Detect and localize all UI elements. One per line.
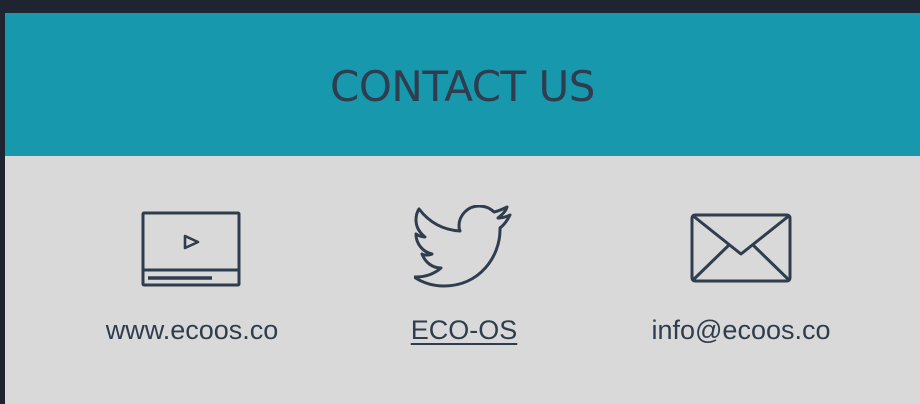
website-label: www.ecoos.co (105, 315, 279, 345)
email-label: info@ecoos.co (651, 315, 831, 345)
envelope-icon (689, 203, 793, 293)
contact-item-twitter: ECO-OS (334, 203, 594, 346)
video-player-icon (140, 203, 244, 293)
contact-header: CONTACT US (5, 13, 920, 156)
contact-item-email: info@ecoos.co (611, 203, 871, 346)
contact-item-website: www.ecoos.co (62, 203, 322, 346)
twitter-link[interactable]: ECO-OS (411, 315, 518, 346)
page-title: CONTACT US (330, 62, 595, 111)
contact-panel: CONTACT US www.ecoos.co ECO-OS info@ecoo… (5, 13, 920, 404)
twitter-bird-icon (414, 203, 514, 293)
